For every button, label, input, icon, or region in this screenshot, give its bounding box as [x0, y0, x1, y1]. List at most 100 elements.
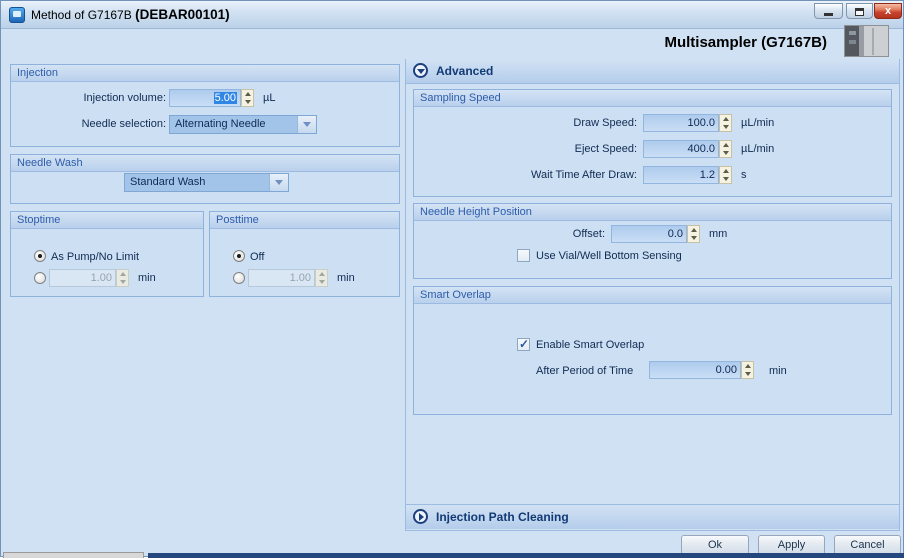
eject-speed-label: Eject Speed: — [574, 143, 637, 155]
maximize-button[interactable] — [846, 3, 873, 19]
dropdown-arrow-icon[interactable] — [269, 174, 288, 191]
module-image-detail — [871, 28, 874, 55]
spinner-up-icon[interactable] — [720, 115, 731, 123]
group-smart-overlap: Smart Overlap — [413, 286, 892, 415]
maximize-icon — [855, 8, 864, 16]
spinner-up-icon — [117, 270, 128, 278]
needle-wash-dropdown[interactable]: Standard Wash — [124, 173, 289, 192]
spinner-up-icon[interactable] — [742, 362, 753, 370]
eject-speed-spinner[interactable] — [719, 140, 732, 158]
close-icon: x — [884, 5, 892, 17]
draw-speed-unit: µL/min — [741, 117, 775, 129]
apply-button[interactable]: Apply — [758, 535, 825, 555]
after-period-field[interactable]: 0.00 — [649, 361, 741, 379]
offset-label: Offset: — [572, 228, 605, 240]
needle-selection-label: Needle selection: — [81, 118, 166, 130]
method-dialog-window: Method of G7167B (DEBAR00101) x Multisam… — [0, 0, 904, 558]
stoptime-time-unit: min — [138, 272, 156, 284]
chevron-right-circle-icon[interactable] — [413, 509, 428, 524]
group-needle-wash-title: Needle Wash — [11, 155, 399, 172]
injection-volume-unit: µL — [263, 92, 276, 104]
offset-value: 0.0 — [667, 228, 683, 240]
stoptime-time-spinner — [116, 269, 129, 287]
group-stoptime-title: Stoptime — [11, 212, 203, 229]
wait-time-field[interactable]: 1.2 — [643, 166, 719, 184]
after-period-spinner[interactable] — [741, 361, 754, 379]
spinner-down-icon[interactable] — [720, 149, 731, 157]
spinner-down-icon[interactable] — [720, 175, 731, 183]
offset-spinner[interactable] — [687, 225, 700, 243]
stoptime-as-pump-radio[interactable] — [34, 250, 46, 262]
module-image — [844, 25, 889, 57]
module-image-detail — [849, 31, 856, 35]
spinner-up-icon[interactable] — [688, 226, 699, 234]
draw-speed-label: Draw Speed: — [573, 117, 637, 129]
spinner-down-icon — [316, 278, 327, 286]
device-title: Multisampler (G7167B) — [664, 34, 827, 51]
eject-speed-field[interactable]: 400.0 — [643, 140, 719, 158]
draw-speed-spinner[interactable] — [719, 114, 732, 132]
window-bottom-border — [148, 553, 904, 558]
wait-time-value: 1.2 — [699, 169, 715, 181]
minimize-button[interactable] — [814, 3, 843, 19]
eject-speed-unit: µL/min — [741, 143, 775, 155]
injection-volume-label: Injection volume: — [83, 92, 166, 104]
spinner-up-icon[interactable] — [720, 141, 731, 149]
group-sampling-speed-title: Sampling Speed — [414, 90, 891, 107]
injection-volume-value: 5.00 — [213, 92, 237, 104]
needle-wash-value: Standard Wash — [130, 176, 206, 188]
spinner-down-icon[interactable] — [720, 123, 731, 131]
module-image-detail — [849, 40, 856, 44]
titlebar[interactable]: Method of G7167B (DEBAR00101) x — [1, 1, 903, 29]
injection-path-cleaning-expander[interactable]: Injection Path Cleaning — [406, 504, 899, 529]
needle-selection-value: Alternating Needle — [175, 118, 266, 130]
group-needle-height-title: Needle Height Position — [414, 204, 891, 221]
bottom-sensing-checkbox[interactable] — [517, 249, 530, 262]
posttime-time-radio[interactable] — [233, 272, 245, 284]
stoptime-as-pump-label: As Pump/No Limit — [51, 251, 140, 263]
spinner-down-icon[interactable] — [688, 234, 699, 242]
wait-time-label: Wait Time After Draw: — [531, 169, 637, 181]
wait-time-unit: s — [741, 169, 747, 181]
injection-volume-spinner[interactable] — [241, 89, 254, 107]
stoptime-time-field: 1.00 — [49, 269, 116, 287]
posttime-time-value: 1.00 — [289, 272, 311, 284]
after-period-value: 0.00 — [715, 364, 737, 376]
background-window-edge — [3, 552, 144, 558]
spinner-up-icon[interactable] — [720, 167, 731, 175]
injection-path-cleaning-title: Injection Path Cleaning — [436, 510, 569, 524]
close-button[interactable]: x — [874, 3, 902, 19]
window-title-prefix: Method of G7167B — [31, 8, 136, 22]
needle-selection-dropdown[interactable]: Alternating Needle — [169, 115, 317, 134]
advanced-expander[interactable]: Advanced — [406, 59, 899, 84]
enable-smart-overlap-checkbox[interactable] — [517, 337, 530, 351]
eject-speed-value: 400.0 — [687, 143, 715, 155]
spinner-down-icon[interactable] — [242, 98, 253, 106]
draw-speed-field[interactable]: 100.0 — [643, 114, 719, 132]
offset-unit: mm — [709, 228, 728, 240]
group-posttime-title: Posttime — [210, 212, 399, 229]
draw-speed-value: 100.0 — [687, 117, 715, 129]
group-smart-overlap-title: Smart Overlap — [414, 287, 891, 304]
stoptime-time-value: 1.00 — [90, 272, 112, 284]
posttime-off-radio[interactable] — [233, 250, 245, 262]
offset-field[interactable]: 0.0 — [611, 225, 687, 243]
spinner-down-icon — [117, 278, 128, 286]
wait-time-spinner[interactable] — [719, 166, 732, 184]
group-injection-title: Injection — [11, 65, 399, 82]
advanced-title: Advanced — [436, 64, 494, 78]
stoptime-time-radio[interactable] — [34, 272, 46, 284]
minimize-icon — [824, 13, 833, 16]
dropdown-arrow-icon[interactable] — [297, 116, 316, 133]
enable-smart-overlap-label: Enable Smart Overlap — [536, 339, 645, 351]
ok-button[interactable]: Ok — [681, 535, 749, 555]
chevron-down-circle-icon[interactable] — [413, 63, 428, 78]
cancel-button[interactable]: Cancel — [834, 535, 901, 555]
injection-volume-field[interactable]: 5.00 — [169, 89, 241, 107]
bottom-sensing-label: Use Vial/Well Bottom Sensing — [536, 250, 682, 262]
spinner-up-icon[interactable] — [242, 90, 253, 98]
window-title-suffix: (DEBAR00101) — [135, 7, 230, 22]
spinner-down-icon[interactable] — [742, 370, 753, 378]
posttime-off-label: Off — [250, 251, 265, 263]
posttime-time-spinner — [315, 269, 328, 287]
